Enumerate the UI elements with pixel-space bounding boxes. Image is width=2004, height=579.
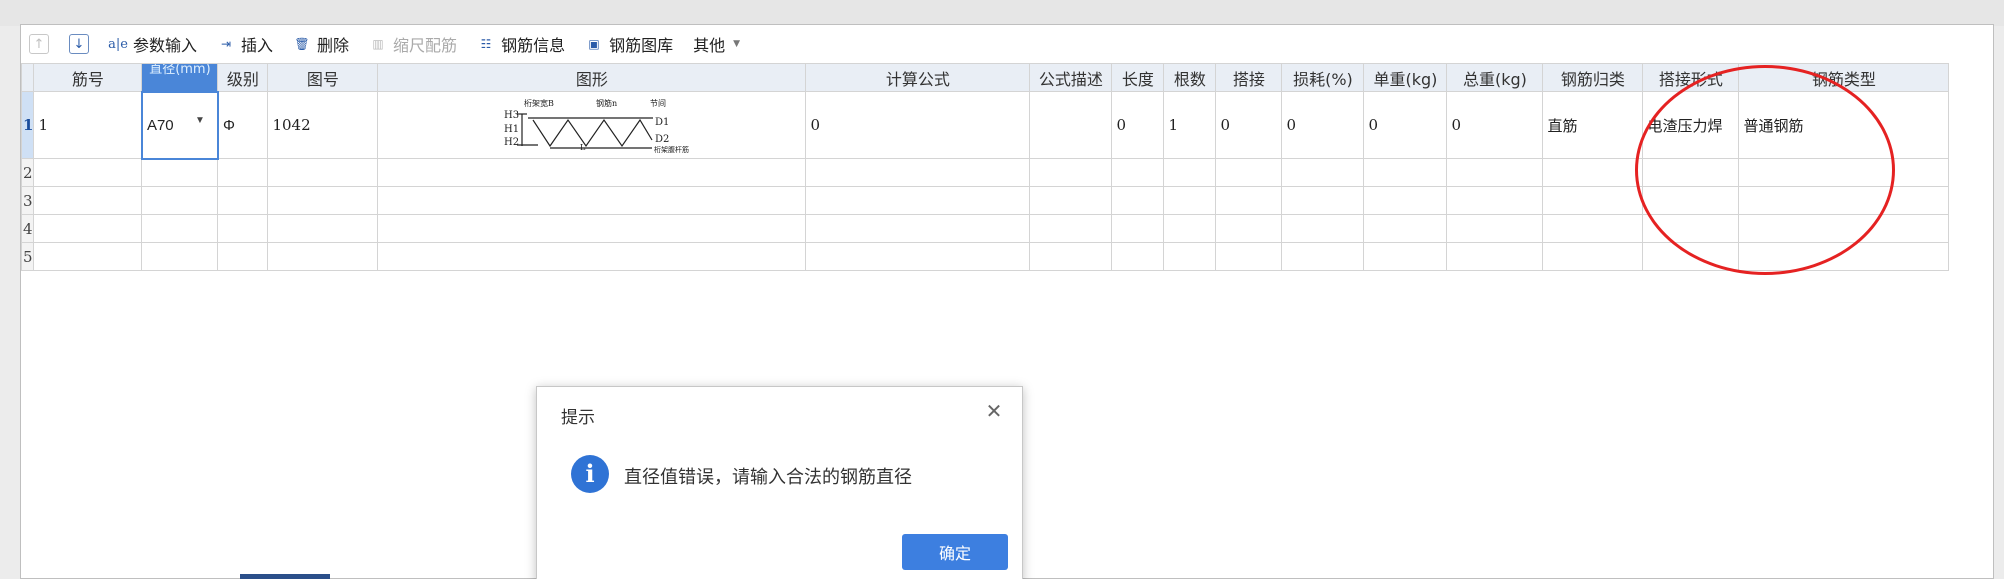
other-dropdown[interactable]: 其他 ▼ (693, 30, 740, 58)
cell-lap[interactable]: 0 (1215, 91, 1283, 159)
col-header-lap[interactable]: 搭接 (1215, 63, 1283, 92)
col-header-diameter[interactable]: 直径(mm) (141, 63, 219, 92)
col-header-shape[interactable]: 图形 (377, 63, 807, 92)
param-input-button[interactable]: a|e 参数输入 (108, 30, 198, 58)
bar-chart-icon: ▥ (372, 37, 384, 51)
col-header-shape-no[interactable]: 图号 (267, 63, 379, 92)
rebar-library-button[interactable]: ▣ 钢筋图库 (585, 30, 673, 58)
col-header-formula-desc[interactable]: 公式描述 (1029, 63, 1113, 92)
row-number[interactable]: 2 (20, 158, 35, 187)
cell-length[interactable]: 0 (1111, 91, 1165, 159)
col-header-loss[interactable]: 损耗(%) (1281, 63, 1365, 92)
info-icon: i (571, 455, 609, 493)
row-number[interactable]: 3 (20, 186, 35, 215)
cell-unit-weight[interactable]: 0 (1363, 91, 1448, 159)
rebar-info-button[interactable]: ☷ 钢筋信息 (477, 30, 565, 58)
list-icon: ☷ (480, 37, 492, 51)
cell-diameter-select[interactable]: A70 ▼ (140, 90, 219, 160)
delete-label: 删除 (317, 36, 350, 55)
table-row[interactable]: 4 (20, 214, 1950, 243)
move-up-button[interactable]: ↑ (29, 30, 49, 58)
trash-icon: 🗑 (294, 37, 310, 51)
close-icon[interactable]: ✕ (982, 399, 1006, 423)
cell-count[interactable]: 1 (1163, 91, 1217, 159)
h1-label: H1 (504, 124, 519, 135)
col-header-lap-type[interactable]: 搭接形式 (1642, 63, 1740, 92)
ok-button[interactable]: 确定 (902, 534, 1008, 570)
h2-label: H2 (504, 137, 519, 148)
d1-label: D1 (655, 117, 669, 128)
row-number[interactable]: 1 (20, 91, 35, 159)
col-header-total-weight[interactable]: 总重(kg) (1446, 63, 1544, 92)
cell-rebar-category[interactable]: 直筋 (1542, 91, 1644, 159)
truss-shape-diagram: H3 H1 H2 桁架宽B 钢筋n 节间 D1 D2 L 桁架腹杆筋 (504, 98, 689, 154)
image-library-icon: ▣ (588, 37, 600, 51)
param-input-icon: a|e (108, 36, 128, 52)
cell-lap-type[interactable]: 电渣压力焊 (1642, 91, 1740, 159)
top-band (0, 0, 2004, 26)
h3-label: H3 (504, 110, 519, 121)
cell-shape-no[interactable]: 1042 (267, 91, 379, 159)
cell-shape[interactable]: H3 H1 H2 桁架宽B 钢筋n 节间 D1 D2 L 桁架腹杆筋 (377, 91, 807, 159)
chevron-down-icon: ▼ (733, 39, 741, 49)
insert-button[interactable]: ⇥ 插入 (217, 30, 273, 58)
row-number[interactable]: 5 (20, 242, 35, 271)
param-input-label: 参数输入 (133, 36, 198, 55)
cell-loss[interactable]: 0 (1281, 91, 1365, 159)
row-number[interactable]: 4 (20, 214, 35, 243)
n-label: 钢筋n (596, 98, 617, 108)
cell-formula-desc[interactable] (1029, 91, 1113, 159)
table-row[interactable]: 1 1 A70 ▼ Φ 1042 H3 H1 H2 桁架宽B 钢筋n 节间 D1 (20, 90, 1950, 160)
rebar-library-label: 钢筋图库 (609, 36, 674, 55)
dialog-title: 提示 (561, 408, 595, 427)
col-header-bar-no[interactable]: 筋号 (33, 63, 143, 92)
delete-button[interactable]: 🗑 删除 (293, 30, 349, 58)
move-down-button[interactable]: ↓ (69, 30, 89, 58)
diameter-value: A70 (146, 116, 174, 134)
alert-dialog: 提示 ✕ i 直径值错误，请输入合法的钢筋直径 确定 (536, 386, 1023, 579)
cell-bar-no[interactable]: 1 (33, 91, 143, 159)
col-header-unit-weight[interactable]: 单重(kg) (1363, 63, 1448, 92)
col-header-formula[interactable]: 计算公式 (805, 63, 1031, 92)
rebar-info-label: 钢筋信息 (501, 36, 566, 55)
dialog-message: 直径值错误，请输入合法的钢筋直径 (624, 467, 912, 487)
bottom-label: 桁架腹杆筋 (654, 145, 689, 154)
cell-rebar-type[interactable]: 普通钢筋 (1738, 91, 1950, 159)
table-row[interactable]: 5 (20, 242, 1950, 271)
insert-label: 插入 (241, 36, 274, 55)
taskbar-strip (240, 574, 330, 579)
row-num-header (20, 63, 35, 92)
rebar-editor-window: ↑ ↓ a|e 参数输入 ⇥ 插入 🗑 删除 ▥ 缩尺配筋 ☷ 钢筋信息 ▣ 钢… (20, 24, 1994, 579)
table-header-row: 筋号 直径(mm) 级别 图号 图形 计算公式 公式描述 长度 根数 搭接 损耗… (20, 63, 1950, 92)
col-header-rebar-category[interactable]: 钢筋归类 (1542, 63, 1644, 92)
arrow-up-icon: ↑ (29, 34, 49, 54)
arrow-down-icon: ↓ (69, 34, 89, 54)
insert-icon: ⇥ (220, 37, 232, 51)
col-header-count[interactable]: 根数 (1163, 63, 1217, 92)
scale-rebar-label: 缩尺配筋 (393, 36, 458, 55)
toolbar: ↑ ↓ a|e 参数输入 ⇥ 插入 🗑 删除 ▥ 缩尺配筋 ☷ 钢筋信息 ▣ 钢… (21, 25, 1993, 63)
col-header-grade[interactable]: 级别 (217, 63, 269, 92)
pitch-label: 节间 (650, 99, 666, 108)
table-row[interactable]: 3 (20, 186, 1950, 215)
d2-label: D2 (655, 134, 669, 145)
cell-formula[interactable]: 0 (805, 91, 1031, 159)
scale-rebar-button[interactable]: ▥ 缩尺配筋 (369, 30, 457, 58)
table-row[interactable]: 2 (20, 158, 1950, 187)
other-label: 其他 (693, 36, 726, 55)
cell-total-weight[interactable]: 0 (1446, 91, 1544, 159)
col-header-length[interactable]: 长度 (1111, 63, 1165, 92)
rebar-table: 筋号 直径(mm) 级别 图号 图形 计算公式 公式描述 长度 根数 搭接 损耗… (20, 63, 1950, 271)
chevron-down-icon[interactable]: ▼ (195, 115, 205, 126)
cell-grade[interactable]: Φ (217, 91, 269, 159)
col-header-rebar-type[interactable]: 钢筋类型 (1738, 63, 1950, 92)
b-label: 桁架宽B (524, 98, 554, 108)
